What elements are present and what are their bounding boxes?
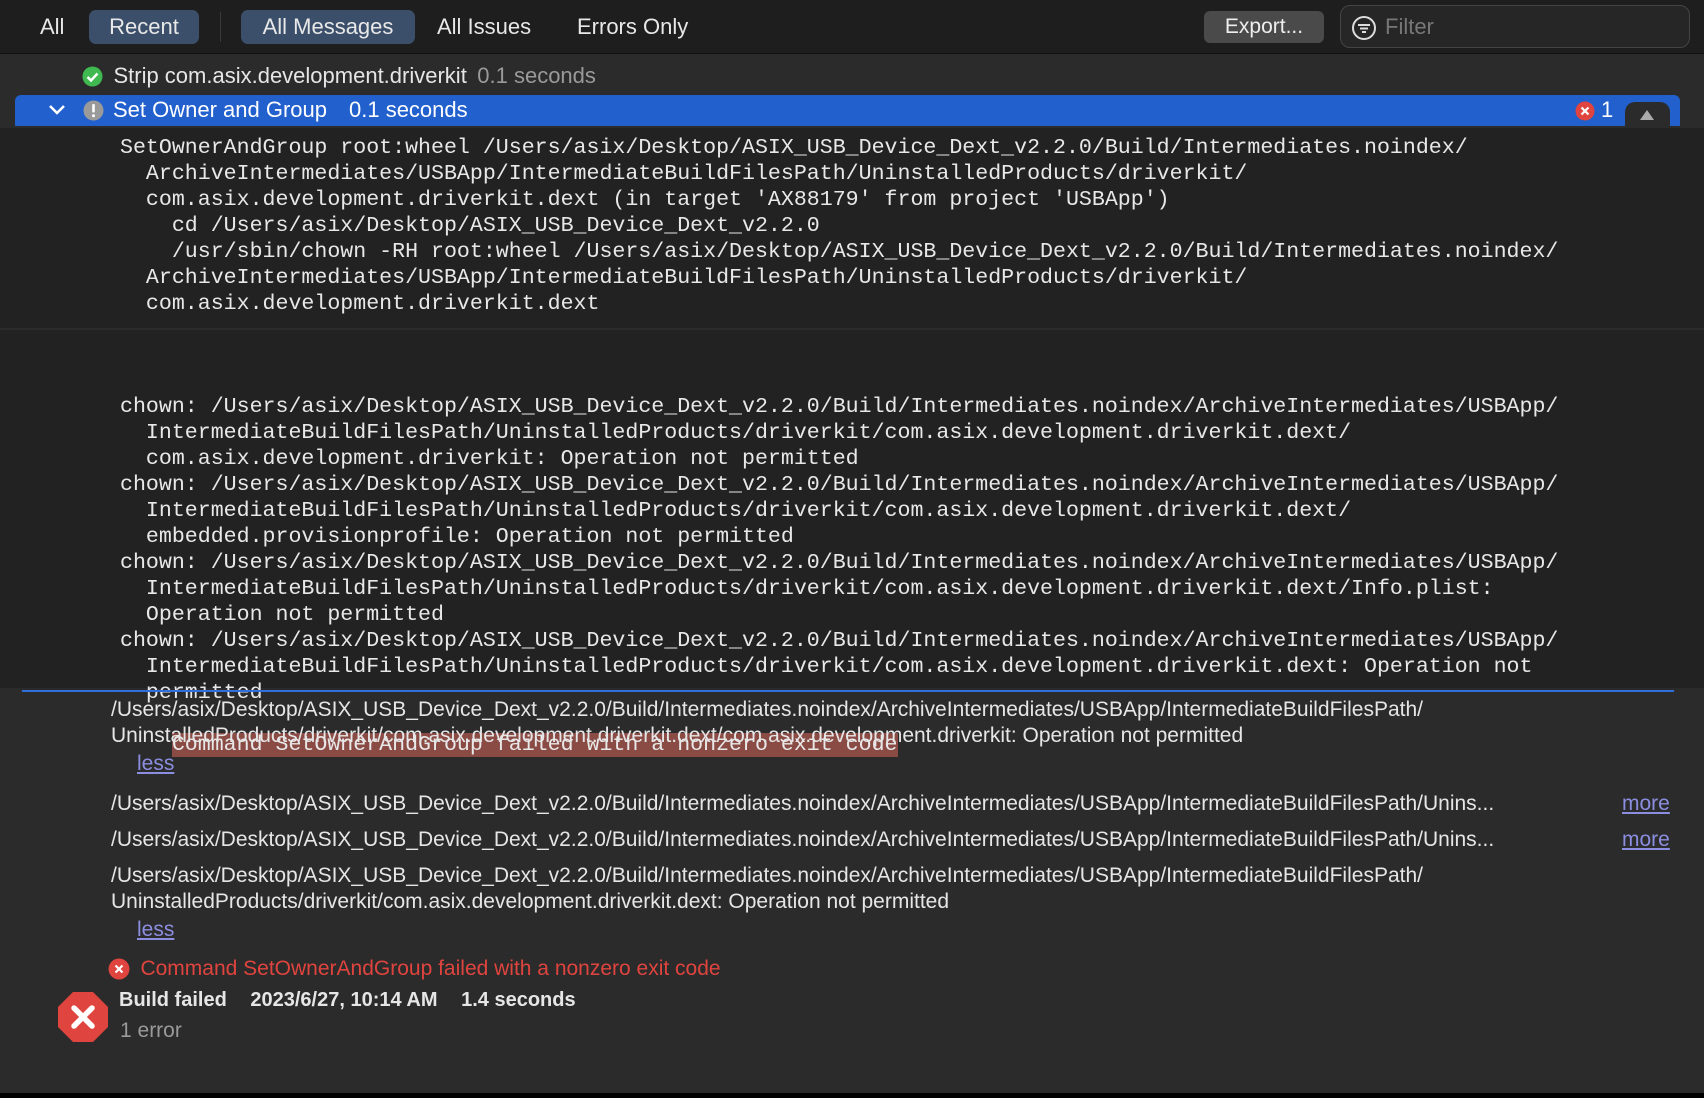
issue-text: /Users/asix/Desktop/ASIX_USB_Device_Dext… xyxy=(111,698,1423,721)
tab-recent[interactable]: Recent xyxy=(89,10,199,44)
triangle-up-icon xyxy=(1640,110,1654,120)
error-message-row[interactable]: Command SetOwnerAndGroup failed with a n… xyxy=(108,957,721,981)
step-title: Strip com.asix.development.driverkit xyxy=(113,63,467,88)
selection-separator xyxy=(22,690,1674,692)
log-line: Operation not permitted xyxy=(120,603,444,627)
issue-less-link[interactable]: less xyxy=(137,917,174,943)
build-status: Build failed xyxy=(119,989,227,1011)
output-log: chown: /Users/asix/Desktop/ASIX_USB_Devi… xyxy=(0,330,1704,757)
log-line: IntermediateBuildFilesPath/UninstalledPr… xyxy=(120,421,1352,445)
log-line: SetOwnerAndGroup root:wheel /Users/asix/… xyxy=(120,136,1468,160)
step-duration: 0.1 seconds xyxy=(477,63,596,88)
build-summary: Build failed 2023/6/27, 10:14 AM 1.4 sec… xyxy=(119,989,576,1012)
log-line: cd /Users/asix/Desktop/ASIX_USB_Device_D… xyxy=(120,214,820,238)
step-duration: 0.1 seconds xyxy=(349,97,468,122)
toolbar-divider xyxy=(220,12,221,42)
log-line: IntermediateBuildFilesPath/UninstalledPr… xyxy=(120,499,1352,523)
issue-more-link[interactable]: more xyxy=(1622,827,1670,853)
chevron-down-icon[interactable] xyxy=(48,103,66,117)
log-line: embedded.provisionprofile: Operation not… xyxy=(120,525,794,549)
log-line: /usr/sbin/chown -RH root:wheel /Users/as… xyxy=(120,240,1559,264)
success-check-icon xyxy=(82,66,103,86)
issue-text: /Users/asix/Desktop/ASIX_USB_Device_Dext… xyxy=(111,864,1423,887)
filter-icon xyxy=(1352,16,1376,40)
log-line: ArchiveIntermediates/USBApp/Intermediate… xyxy=(120,266,1248,290)
log-line: IntermediateBuildFilesPath/UninstalledPr… xyxy=(120,655,1533,679)
tab-errors-only[interactable]: Errors Only xyxy=(560,10,705,44)
tab-all-messages[interactable]: All Messages xyxy=(241,10,415,44)
error-count-summary: 1 error xyxy=(120,1019,182,1042)
error-message: Command SetOwnerAndGroup failed with a n… xyxy=(140,957,721,980)
export-button[interactable]: Export... xyxy=(1204,11,1324,43)
tab-all[interactable]: All xyxy=(23,10,81,44)
error-badge-icon xyxy=(1575,101,1595,121)
log-line: chown: /Users/asix/Desktop/ASIX_USB_Devi… xyxy=(120,473,1559,497)
log-line: com.asix.development.driverkit.dext xyxy=(120,292,600,316)
issue-text: /Users/asix/Desktop/ASIX_USB_Device_Dext… xyxy=(111,792,1495,815)
issue-text: /Users/asix/Desktop/ASIX_USB_Device_Dext… xyxy=(111,828,1495,851)
log-line: chown: /Users/asix/Desktop/ASIX_USB_Devi… xyxy=(120,629,1559,653)
toolbar: All Recent All Messages All Issues Error… xyxy=(0,0,1704,54)
log-line: IntermediateBuildFilesPath/UninstalledPr… xyxy=(120,577,1494,601)
log-line: com.asix.development.driverkit.dext (in … xyxy=(120,188,1170,212)
issue-text: UninstalledProducts/driverkit/com.asix.d… xyxy=(111,890,950,913)
issue-text: UninstalledProducts/driverkit/com.asix.d… xyxy=(111,724,1244,747)
window-bottom-border xyxy=(0,1093,1704,1098)
filter-input[interactable]: Filter xyxy=(1340,5,1690,48)
issue-more-link[interactable]: more xyxy=(1622,791,1670,817)
warning-icon xyxy=(83,100,104,121)
command-log: SetOwnerAndGroup root:wheel /Users/asix/… xyxy=(0,128,1704,328)
strip-step-row[interactable]: Strip com.asix.development.driverkit 0.1… xyxy=(82,63,596,89)
log-line: ArchiveIntermediates/USBApp/Intermediate… xyxy=(120,162,1248,186)
scroll-up-button[interactable] xyxy=(1625,102,1670,128)
build-duration: 1.4 seconds xyxy=(461,989,576,1011)
log-line: com.asix.development.driverkit: Operatio… xyxy=(120,447,859,471)
issue-less-link[interactable]: less xyxy=(137,751,174,777)
log-line: chown: /Users/asix/Desktop/ASIX_USB_Devi… xyxy=(120,395,1559,419)
error-icon xyxy=(108,958,130,980)
log-line: chown: /Users/asix/Desktop/ASIX_USB_Devi… xyxy=(120,551,1559,575)
filter-placeholder: Filter xyxy=(1385,14,1434,39)
build-date: 2023/6/27, 10:14 AM xyxy=(250,989,438,1011)
tab-all-issues[interactable]: All Issues xyxy=(420,10,548,44)
error-count: 1 xyxy=(1601,97,1614,122)
build-failed-icon xyxy=(58,992,108,1042)
step-title: Set Owner and Group xyxy=(113,97,328,122)
set-owner-step-row[interactable]: Set Owner and Group 0.1 seconds 1 xyxy=(15,95,1680,126)
